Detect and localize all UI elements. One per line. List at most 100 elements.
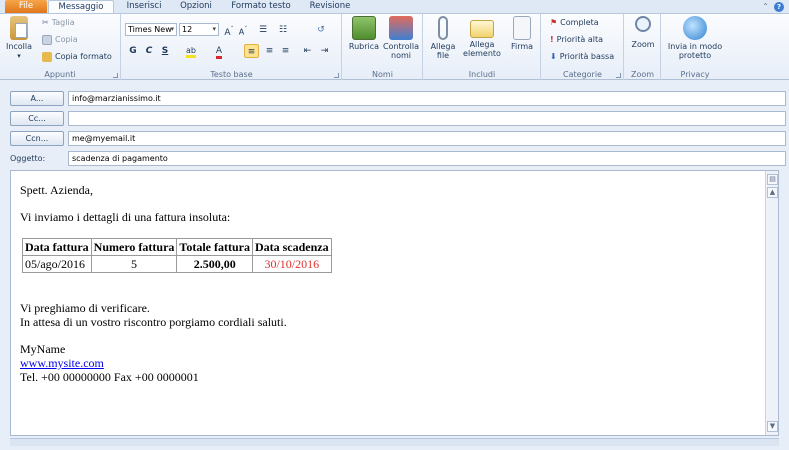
help-icon[interactable]: ? <box>774 1 784 12</box>
group-categorie: ⚑ Completa ! Priorità alta ⬇ Priorità ba… <box>542 14 624 80</box>
phone-text: Tel. +00 00000000 Fax +00 0000001 <box>20 370 199 384</box>
grow-font-icon[interactable]: Aˆ <box>222 23 236 38</box>
tab-formato-testo[interactable]: Formato testo <box>228 0 294 13</box>
tab-opzioni[interactable]: Opzioni <box>174 0 218 13</box>
priorita-bassa-label: Priorità bassa <box>559 52 615 61</box>
allega-file-button[interactable]: Allega file <box>426 16 460 60</box>
highlight-icon[interactable]: ab <box>182 44 200 58</box>
table-header: Totale fattura <box>176 238 253 256</box>
message-content[interactable]: Spett. Azienda, Vi inviamo i dettagli di… <box>20 183 332 384</box>
subject-field[interactable]: scadenza di pagamento <box>68 151 786 166</box>
align-left-icon[interactable]: ≡ <box>244 44 259 58</box>
scroll-up-icon[interactable]: ▲ <box>767 187 778 198</box>
cc-field[interactable] <box>68 111 786 126</box>
font-name-combo[interactable]: Times New <box>125 23 177 36</box>
priorita-bassa-button[interactable]: ⬇ Priorità bassa <box>550 50 614 64</box>
bcc-field[interactable]: me@myemail.it <box>68 131 786 146</box>
dialog-launcher-categorie[interactable] <box>616 73 621 78</box>
copy-button[interactable]: Copia <box>42 33 78 47</box>
firma-button[interactable]: Firma <box>506 16 538 51</box>
group-testo-base: Times New 12 Aˆ Aˇ ☰ ☷ ↺ G C S ab A ≡ ≡ … <box>122 14 342 80</box>
minimize-ribbon-icon[interactable]: ⌃ <box>762 2 769 11</box>
secure-send-icon <box>683 16 707 40</box>
firma-label: Firma <box>510 42 534 51</box>
to-field[interactable]: info@marzianissimo.it <box>68 91 786 106</box>
rubrica-button[interactable]: Rubrica <box>345 16 383 51</box>
to-button[interactable]: A... <box>10 91 64 106</box>
vertical-scrollbar[interactable]: ▤ ▲ ▼ <box>765 171 778 435</box>
underline-button[interactable]: S <box>159 44 171 58</box>
controlla-nomi-button[interactable]: Controlla nomi <box>381 16 421 60</box>
scroll-down-icon[interactable]: ▼ <box>767 421 778 432</box>
tab-messaggio[interactable]: Messaggio <box>48 0 114 13</box>
invia-protetto-label: Invia in modo protetto <box>667 42 723 60</box>
group-label-appunti: Appunti <box>44 70 76 79</box>
clipboard-icon <box>10 16 28 40</box>
tab-inserisci[interactable]: Inserisci <box>122 0 166 13</box>
priorita-alta-button[interactable]: ! Priorità alta <box>550 33 603 47</box>
allega-elemento-button[interactable]: Allega elemento <box>460 16 504 58</box>
paperclip-icon <box>438 16 448 40</box>
italic-button[interactable]: C <box>143 44 155 58</box>
allega-file-label: Allega file <box>430 42 456 60</box>
align-right-icon[interactable]: ≡ <box>278 44 293 58</box>
invoice-header-row: Data fattura Numero fattura Totale fattu… <box>22 238 332 256</box>
clear-formatting-icon[interactable]: ↺ <box>313 23 329 37</box>
group-label-nomi: Nomi <box>372 70 393 79</box>
ribbon: Incolla ▾ ✂ Taglia Copia Copia formato Ap… <box>0 13 789 80</box>
cut-label: Taglia <box>51 18 75 27</box>
format-painter-label: Copia formato <box>55 52 112 61</box>
shrink-font-icon[interactable]: Aˇ <box>237 23 249 37</box>
font-size-combo[interactable]: 12 <box>179 23 219 36</box>
signature-icon <box>513 16 531 40</box>
request-text: Vi preghiamo di verificare. <box>20 301 150 315</box>
numbering-icon[interactable]: ☷ <box>276 23 290 37</box>
bullets-icon[interactable]: ☰ <box>256 23 270 37</box>
website-link[interactable]: www.mysite.com <box>20 356 104 370</box>
group-zoom: Zoom Zoom <box>625 14 661 80</box>
group-label-categorie: Categorie <box>563 70 602 79</box>
format-painter-button[interactable]: Copia formato <box>42 50 112 64</box>
controlla-nomi-label: Controlla nomi <box>382 42 420 60</box>
cut-button[interactable]: ✂ Taglia <box>42 16 75 30</box>
ruler-toggle-icon[interactable]: ▤ <box>767 174 778 185</box>
table-header: Data scadenza <box>251 238 332 256</box>
bcc-button[interactable]: Ccn... <box>10 131 64 146</box>
increase-indent-icon[interactable]: ⇥ <box>317 44 332 58</box>
zoom-label: Zoom <box>631 40 655 49</box>
to-row: A... info@marzianissimo.it <box>10 91 789 106</box>
allega-elemento-label: Allega elemento <box>463 40 501 58</box>
invia-protetto-button[interactable]: Invia in modo protetto <box>664 16 726 60</box>
bold-button[interactable]: G <box>127 44 139 58</box>
align-center-icon[interactable]: ≡ <box>262 44 277 58</box>
font-color-icon[interactable]: A <box>210 44 228 59</box>
completa-button[interactable]: ⚑ Completa <box>550 16 599 30</box>
invoice-number-cell: 5 <box>90 255 178 273</box>
decrease-indent-icon[interactable]: ⇤ <box>300 44 315 58</box>
signature-name: MyName <box>20 342 66 356</box>
table-header: Numero fattura <box>90 238 178 256</box>
rubrica-label: Rubrica <box>348 42 380 51</box>
table-row: 05/ago/2016 5 2.500,00 30/10/2016 <box>22 255 332 273</box>
tab-file[interactable]: File <box>5 0 47 13</box>
subject-label: Oggetto: <box>10 154 46 163</box>
group-label-privacy: Privacy <box>680 70 710 79</box>
message-body[interactable]: Spett. Azienda, Vi inviamo i dettagli di… <box>10 170 779 436</box>
dialog-launcher-appunti[interactable] <box>113 73 118 78</box>
invoice-total-cell: 2.500,00 <box>176 255 253 273</box>
flag-icon: ⚑ <box>550 18 558 27</box>
paste-button[interactable]: Incolla ▾ <box>4 16 34 61</box>
dialog-launcher-testo-base[interactable] <box>334 73 339 78</box>
group-includi: Allega file Allega elemento Firma Includ… <box>424 14 541 80</box>
status-bar <box>10 438 779 446</box>
zoom-button[interactable]: Zoom <box>628 16 658 49</box>
group-label-zoom: Zoom <box>630 70 655 79</box>
completa-label: Completa <box>560 18 599 27</box>
copy-icon <box>42 35 52 45</box>
tab-revisione[interactable]: Revisione <box>304 0 356 13</box>
scissors-icon: ✂ <box>42 18 49 27</box>
check-names-icon <box>389 16 413 40</box>
cc-button[interactable]: Cc... <box>10 111 64 126</box>
paste-label: Incolla <box>5 42 33 51</box>
ribbon-tab-bar: File Messaggio Inserisci Opzioni Formato… <box>0 0 789 13</box>
